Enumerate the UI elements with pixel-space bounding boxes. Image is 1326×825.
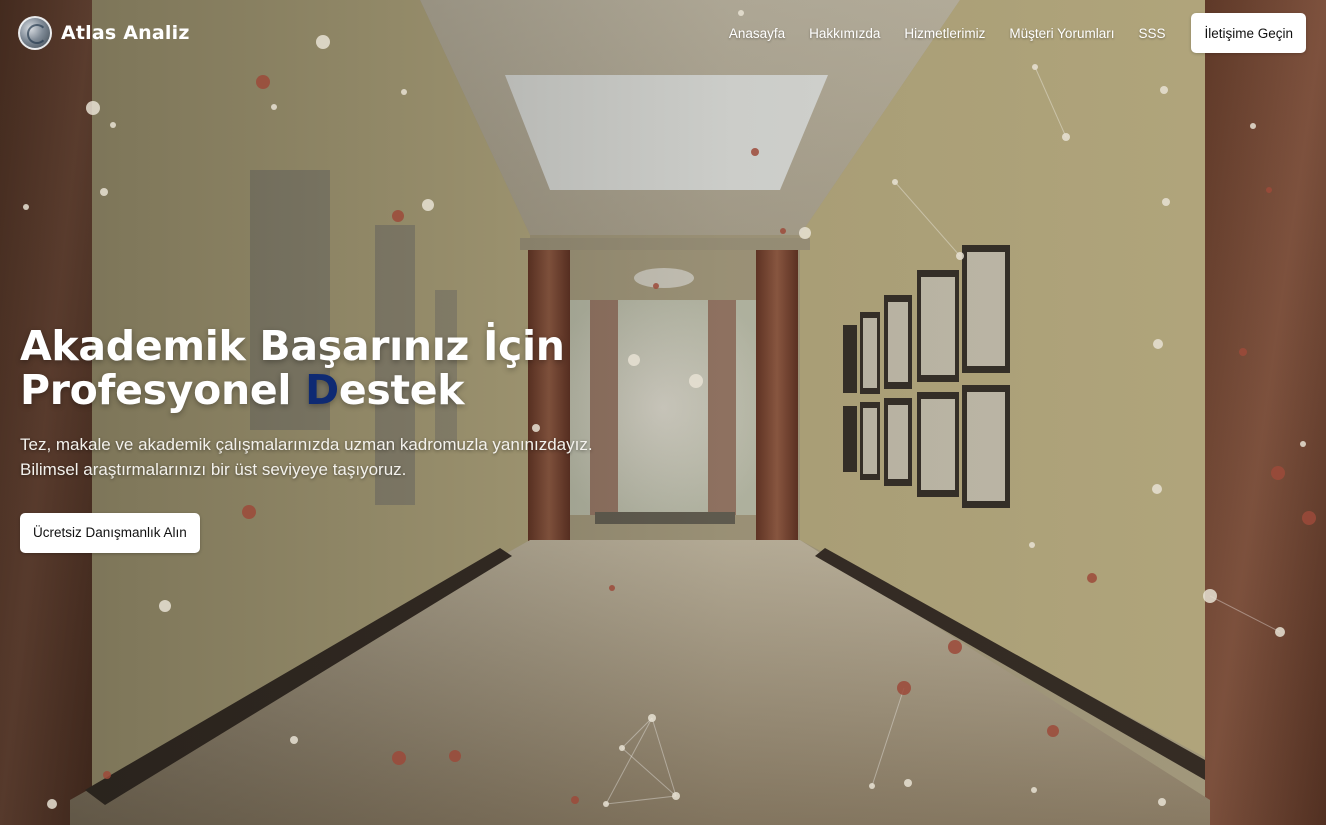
- hero-title-line2-prefix: Profesyonel: [20, 365, 306, 414]
- hero-title: Akademik Başarınız İçin Profesyonel Dest…: [20, 322, 780, 414]
- globe-logo-icon: [18, 16, 52, 50]
- contact-button[interactable]: İletişime Geçin: [1191, 13, 1306, 53]
- hero-title-accent-letter: D: [305, 365, 339, 414]
- hero-content: Akademik Başarınız İçin Profesyonel Dest…: [20, 322, 780, 553]
- nav-link-hizmetlerimiz[interactable]: Hizmetlerimiz: [904, 26, 985, 41]
- nav-link-musteri-yorumlari[interactable]: Müşteri Yorumları: [1009, 26, 1114, 41]
- hero-title-line2-suffix: estek: [338, 365, 465, 414]
- brand-name: Atlas Analiz: [61, 22, 190, 44]
- hero-description-line1: Tez, makale ve akademik çalışmalarınızda…: [20, 434, 593, 454]
- top-navbar: Atlas Analiz Anasayfa Hakkımızda Hizmetl…: [0, 0, 1326, 66]
- nav-links: Anasayfa Hakkımızda Hizmetlerimiz Müşter…: [705, 13, 1306, 53]
- free-consultation-button[interactable]: Ücretsiz Danışmanlık Alın: [20, 512, 200, 553]
- hero-section: Atlas Analiz Anasayfa Hakkımızda Hizmetl…: [0, 0, 1326, 825]
- hero-title-line1: Akademik Başarınız İçin: [20, 322, 565, 370]
- hero-description-line2: Bilimsel araştırmalarınızı bir üst seviy…: [20, 459, 407, 479]
- nav-link-anasayfa[interactable]: Anasayfa: [729, 26, 785, 41]
- nav-link-sss[interactable]: SSS: [1138, 26, 1165, 41]
- brand-link[interactable]: Atlas Analiz: [18, 16, 190, 50]
- nav-link-hakkimizda[interactable]: Hakkımızda: [809, 26, 880, 41]
- hero-description: Tez, makale ve akademik çalışmalarınızda…: [20, 433, 780, 483]
